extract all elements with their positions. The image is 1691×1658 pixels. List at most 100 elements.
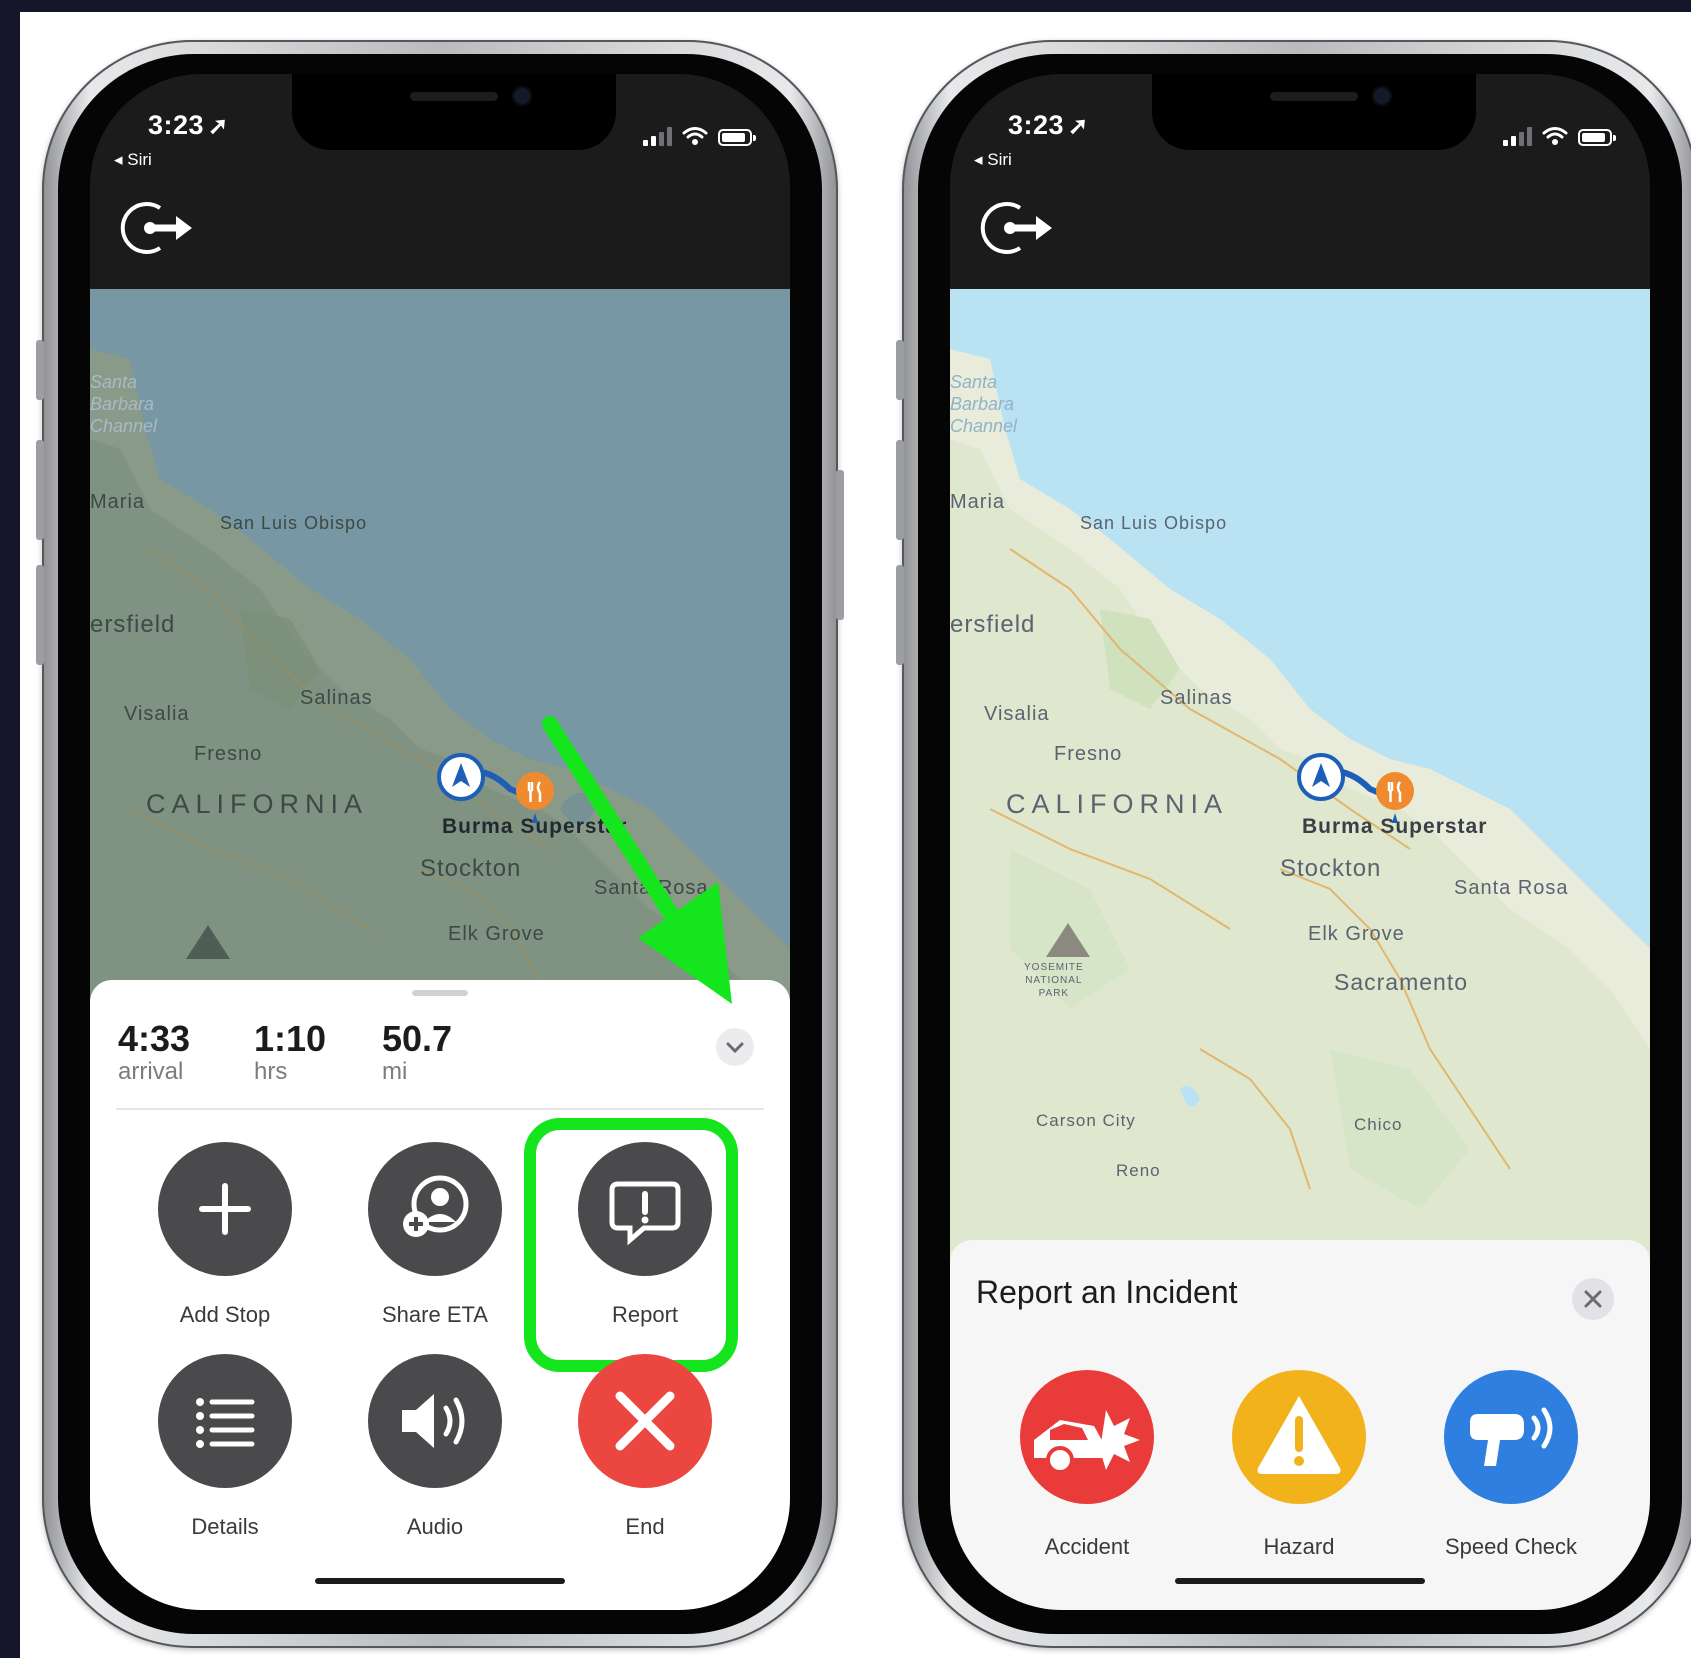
map-label-reno: Reno [1116,1161,1161,1180]
hazard-circle [1232,1370,1366,1504]
location-arrow-icon: ➚ [1068,113,1089,140]
share-eta-circle [368,1142,502,1276]
trip-duration: 1:10 hrs [254,1018,326,1086]
share-eta-icon [403,1175,469,1237]
restaurant-pin-icon[interactable] [1372,769,1418,825]
map-label-san-luis-obispo: San Luis Obispo [220,513,368,533]
add-stop-button[interactable]: Add Stop [120,1142,330,1328]
map-label-stockton: Stockton [420,855,522,882]
exit-navigation-icon[interactable] [980,198,1060,258]
current-location-marker-icon [437,753,485,801]
share-eta-button[interactable]: Share ETA [330,1142,540,1328]
sheet-grabber[interactable] [412,990,468,996]
close-sheet-button[interactable] [1572,1278,1614,1320]
close-icon [1584,1290,1602,1308]
map-label-santa-barbara-channel: Santa Barbara Channel [90,372,158,436]
speaker-icon [402,1394,465,1448]
map-label-bakersfield: ersfield [950,611,1036,638]
plus-icon [199,1183,251,1235]
earpiece-speaker [1270,92,1358,101]
national-park-icon [1046,923,1090,957]
notch [1152,74,1476,150]
volume-down-button [36,565,44,665]
end-route-button[interactable]: End [540,1354,750,1540]
home-indicator[interactable] [315,1578,565,1584]
duration-unit: hrs [254,1058,288,1085]
wifi-icon [1542,127,1568,145]
front-camera [1374,88,1390,104]
add-stop-label: Add Stop [179,1302,271,1327]
back-to-siri[interactable]: ◂ Siri [974,150,1012,170]
map-label-san-luis-obispo: San Luis Obispo [1080,513,1228,533]
share-eta-label: Share ETA [382,1302,488,1327]
status-icons [643,126,756,146]
report-button[interactable]: Report [540,1142,750,1328]
distance-unit: mi [382,1058,408,1085]
report-speech-bubble-icon [609,1181,681,1246]
screenshot-comparison: 3:23 ➚ ◂ Siri Santa Barbara Channel Mari… [20,12,1691,1658]
report-sheet-title: Report an Incident [976,1274,1238,1310]
distance-value: 50.7 [382,1018,453,1059]
collapse-sheet-button[interactable] [716,1028,754,1066]
side-button [836,470,844,620]
left-phone: 3:23 ➚ ◂ Siri Santa Barbara Channel Mari… [36,40,844,1648]
map-view[interactable]: Santa Barbara Channel Maria San Luis Obi… [950,289,1650,1269]
map-label-california: CALIFORNIA [146,789,369,819]
battery-icon [718,129,756,146]
end-label: End [625,1514,665,1539]
map-label-bakersfield: ersfield [90,611,176,638]
front-camera [514,88,530,104]
arrival-time: 4:33 [118,1018,191,1059]
volume-up-button [896,440,904,540]
details-button[interactable]: Details [120,1354,330,1540]
audio-label: Audio [406,1514,464,1539]
speed-radar-gun-icon [1470,1407,1553,1466]
accident-label: Accident [1044,1534,1130,1559]
hazard-label: Hazard [1263,1534,1335,1559]
map-label-yosemite: YOSEMITE NATIONAL PARK [1024,962,1084,999]
map-label-carson-city: Carson City [1036,1111,1136,1130]
close-x-icon [615,1391,675,1451]
map-label-santa-maria: Maria [950,491,1006,513]
accident-button[interactable]: Accident [982,1370,1192,1560]
screen: 3:23 ➚ ◂ Siri Santa Barbara Channel Mari… [950,74,1650,1610]
clock: 3:23 [1008,110,1065,140]
exit-navigation-icon[interactable] [120,198,200,258]
wifi-icon [682,127,708,145]
mute-switch [36,340,44,400]
current-location-marker-icon [1297,753,1345,801]
map-label-salinas: Salinas [1160,687,1233,709]
cellular-signal-icon [643,126,672,146]
speed-check-label: Speed Check [1444,1534,1578,1559]
back-to-siri[interactable]: ◂ Siri [114,150,152,170]
divider [116,1108,764,1110]
map-label-fresno: Fresno [194,743,263,765]
map-label-fresno: Fresno [1054,743,1123,765]
car-crash-icon [1034,1410,1140,1474]
audio-circle [368,1354,502,1488]
map-label-elk-grove: Elk Grove [1308,923,1405,945]
map-label-visalia: Visalia [124,703,190,725]
battery-icon [1578,129,1616,146]
map-label-california: CALIFORNIA [1006,789,1229,819]
national-park-icon [186,925,230,959]
details-label: Details [191,1514,259,1539]
chevron-down-icon [726,1042,744,1054]
speed-check-button[interactable]: Speed Check [1406,1370,1616,1560]
volume-down-button [896,565,904,665]
end-circle [578,1354,712,1488]
clock: 3:23 [148,110,205,140]
audio-button[interactable]: Audio [330,1354,540,1540]
earpiece-speaker [410,92,498,101]
green-arrow-annotation [542,716,732,1004]
map-label-sacramento: Sacramento [1334,969,1469,995]
map-label-salinas: Salinas [300,687,373,709]
right-phone: 3:23 ➚ ◂ Siri Santa Barbara Channel Mari… [896,40,1691,1648]
home-indicator[interactable] [1175,1578,1425,1584]
hazard-button[interactable]: Hazard [1194,1370,1404,1560]
cellular-signal-icon [1503,126,1532,146]
status-time: 3:23 ➚ [148,110,229,141]
map-label-visalia: Visalia [984,703,1050,725]
warning-triangle-icon [1257,1396,1341,1474]
add-stop-circle [158,1142,292,1276]
